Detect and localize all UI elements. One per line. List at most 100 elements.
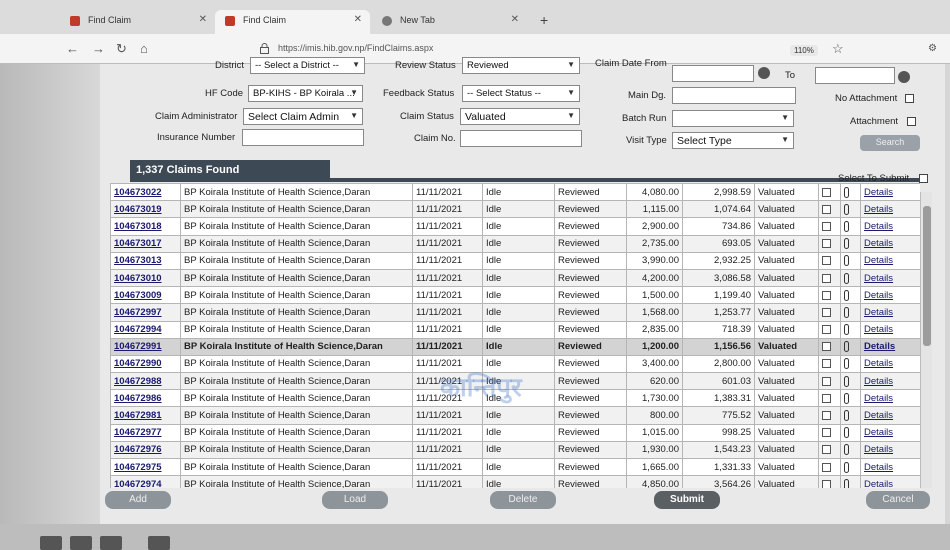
- submit-checkbox-cell[interactable]: [818, 389, 841, 408]
- row-select-checkbox[interactable]: [822, 325, 831, 335]
- details-link[interactable]: Details: [860, 200, 920, 219]
- add-button[interactable]: Add: [105, 491, 171, 509]
- row-select-checkbox[interactable]: [822, 342, 831, 352]
- claim-id-link[interactable]: 104672986: [110, 389, 181, 408]
- submit-checkbox-cell[interactable]: [818, 320, 841, 339]
- claim-id-link[interactable]: 104672977: [110, 423, 181, 442]
- cancel-button[interactable]: Cancel: [866, 491, 930, 509]
- claim-id-link[interactable]: 104673019: [110, 200, 181, 219]
- claim-row[interactable]: 104672976 BP Koirala Institute of Health …: [110, 440, 920, 460]
- row-select-checkbox[interactable]: [822, 479, 831, 488]
- claim-id-link[interactable]: 104672990: [110, 354, 181, 374]
- browser-tab-3[interactable]: New Tab ✕: [372, 10, 527, 34]
- details-link[interactable]: Details: [860, 234, 920, 253]
- submit-checkbox-cell[interactable]: [818, 303, 841, 322]
- claim-no-input[interactable]: [460, 130, 582, 147]
- bookmark-star-icon[interactable]: ☆: [832, 41, 844, 57]
- submit-checkbox-cell[interactable]: [818, 286, 841, 305]
- submit-checkbox-cell[interactable]: [818, 183, 841, 202]
- details-link[interactable]: Details: [860, 217, 920, 236]
- row-select-checkbox[interactable]: [822, 273, 831, 283]
- details-link[interactable]: Details: [860, 251, 920, 270]
- submit-checkbox-cell[interactable]: [818, 234, 841, 253]
- batch-run-select[interactable]: ▼: [672, 110, 794, 127]
- claim-row[interactable]: 104673018 BP Koirala Institute of Health …: [110, 217, 920, 236]
- submit-checkbox-cell[interactable]: [818, 354, 841, 374]
- claim-id-link[interactable]: 104672997: [110, 303, 181, 322]
- details-link[interactable]: Details: [860, 337, 920, 356]
- attachment-checkbox[interactable]: [907, 117, 916, 126]
- claim-admin-select[interactable]: Select Claim Admin ▼: [243, 108, 363, 125]
- submit-checkbox-cell[interactable]: [818, 406, 841, 425]
- browser-tab-1[interactable]: Find Claim ✕: [60, 10, 215, 34]
- submit-checkbox-cell[interactable]: [818, 200, 841, 219]
- submit-checkbox-cell[interactable]: [818, 251, 841, 270]
- calendar-icon[interactable]: [758, 67, 770, 79]
- details-link[interactable]: Details: [860, 423, 920, 442]
- row-select-checkbox[interactable]: [822, 204, 831, 214]
- claim-row[interactable]: 104673022 BP Koirala Institute of Health …: [110, 183, 920, 202]
- claim-id-link[interactable]: 104673017: [110, 234, 181, 253]
- scrollbar-thumb[interactable]: [923, 206, 931, 346]
- submit-checkbox-cell[interactable]: [818, 457, 841, 477]
- submit-checkbox-cell[interactable]: [818, 475, 841, 488]
- claim-row[interactable]: 104673019 BP Koirala Institute of Health …: [110, 200, 920, 219]
- grid-scrollbar[interactable]: [920, 192, 932, 488]
- claim-id-link[interactable]: 104672994: [110, 320, 181, 339]
- browser-tab-2[interactable]: Find Claim ✕: [215, 10, 370, 34]
- new-tab-plus-icon[interactable]: +: [540, 12, 548, 28]
- claim-row[interactable]: 104672994 BP Koirala Institute of Health …: [110, 320, 920, 339]
- claim-id-link[interactable]: 104672976: [110, 440, 181, 460]
- details-link[interactable]: Details: [860, 320, 920, 339]
- home-icon[interactable]: ⌂: [140, 41, 148, 56]
- feedback-status-select[interactable]: -- Select Status -- ▼: [462, 85, 580, 102]
- details-link[interactable]: Details: [860, 286, 920, 305]
- claim-row[interactable]: 104672975 BP Koirala Institute of Health …: [110, 457, 920, 477]
- row-select-checkbox[interactable]: [822, 411, 831, 421]
- close-icon[interactable]: ✕: [354, 14, 362, 25]
- row-select-checkbox[interactable]: [822, 376, 831, 386]
- load-button[interactable]: Load: [322, 491, 388, 509]
- row-select-checkbox[interactable]: [822, 221, 831, 231]
- row-select-checkbox[interactable]: [822, 239, 831, 249]
- claim-id-link[interactable]: 104672975: [110, 457, 181, 477]
- calendar-icon[interactable]: [898, 71, 910, 83]
- claim-row[interactable]: 104673009 BP Koirala Institute of Health …: [110, 286, 920, 305]
- hf-code-select[interactable]: BP-KIHS - BP Koirala ... ▼: [248, 85, 363, 102]
- claim-row[interactable]: 104673013 BP Koirala Institute of Health …: [110, 251, 920, 270]
- details-link[interactable]: Details: [860, 183, 920, 202]
- submit-button[interactable]: Submit: [654, 491, 720, 509]
- row-select-checkbox[interactable]: [822, 393, 831, 403]
- claim-row[interactable]: 104672997 BP Koirala Institute of Health …: [110, 303, 920, 322]
- details-link[interactable]: Details: [860, 303, 920, 322]
- district-select[interactable]: -- Select a District -- ▼: [250, 57, 365, 74]
- claim-date-to-input[interactable]: [815, 67, 895, 84]
- claim-row[interactable]: 104672974 BP Koirala Institute of Health …: [110, 475, 920, 488]
- visit-type-select[interactable]: Select Type ▼: [672, 132, 794, 149]
- claim-date-from-input[interactable]: [672, 65, 754, 82]
- claim-row[interactable]: 104672991 BP Koirala Institute of Health …: [110, 337, 920, 356]
- row-select-checkbox[interactable]: [822, 359, 831, 369]
- forward-arrow-icon[interactable]: →: [92, 41, 105, 56]
- insurance-number-input[interactable]: [242, 129, 364, 146]
- details-link[interactable]: Details: [860, 475, 920, 488]
- claim-id-link[interactable]: 104673010: [110, 268, 181, 288]
- address-bar[interactable]: https://imis.hib.gov.np/FindClaims.aspx: [230, 39, 830, 59]
- reload-icon[interactable]: ↻: [116, 41, 127, 57]
- submit-checkbox-cell[interactable]: [818, 217, 841, 236]
- delete-button[interactable]: Delete: [490, 491, 556, 509]
- submit-checkbox-cell[interactable]: [818, 372, 841, 391]
- details-link[interactable]: Details: [860, 268, 920, 288]
- submit-checkbox-cell[interactable]: [818, 268, 841, 288]
- claim-status-select[interactable]: Valuated ▼: [460, 108, 580, 125]
- extension-icon[interactable]: ⚙: [928, 43, 937, 54]
- claim-id-link[interactable]: 104672974: [110, 475, 181, 488]
- submit-checkbox-cell[interactable]: [818, 440, 841, 460]
- details-link[interactable]: Details: [860, 372, 920, 391]
- claim-id-link[interactable]: 104673022: [110, 183, 181, 202]
- claim-id-link[interactable]: 104672988: [110, 372, 181, 391]
- details-link[interactable]: Details: [860, 354, 920, 374]
- claim-id-link[interactable]: 104673009: [110, 286, 181, 305]
- details-link[interactable]: Details: [860, 440, 920, 460]
- row-select-checkbox[interactable]: [822, 428, 831, 438]
